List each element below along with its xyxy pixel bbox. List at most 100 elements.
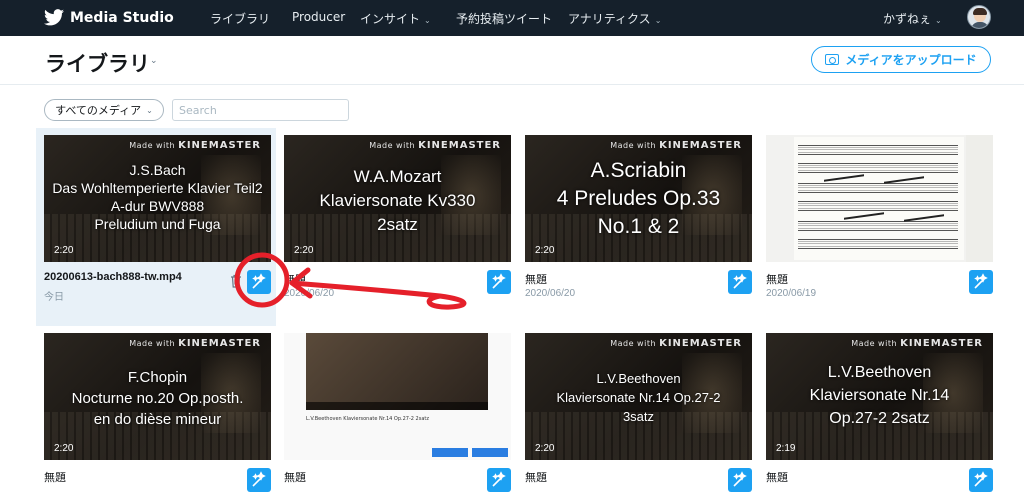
edit-button[interactable]: [728, 468, 752, 492]
media-card[interactable]: Made with KINEMASTER L.V.Beethoven Klavi…: [525, 333, 752, 492]
avatar-body: [971, 22, 989, 28]
kinemaster-watermark: Made with KINEMASTER: [129, 140, 261, 151]
video-duration: 2:20: [54, 245, 74, 256]
wand-icon: [733, 273, 747, 289]
video-duration: 2:20: [535, 245, 555, 256]
media-card[interactable]: 無題 2020/06/19: [766, 135, 993, 305]
edit-button[interactable]: [247, 468, 271, 492]
wand-icon: [974, 471, 988, 487]
media-name: 無題: [766, 472, 788, 484]
top-bar: Media Studio ライブラリ Producer インサイト ⌄ 予約投稿ツ…: [0, 0, 1024, 36]
staff-line: [798, 221, 958, 231]
kinemaster-watermark: Made with KINEMASTER: [369, 140, 501, 151]
edit-button[interactable]: [487, 468, 511, 492]
staff-line: [798, 239, 958, 249]
video-caption: A.Scriabin 4 Preludes Op.33 No.1 & 2: [556, 159, 721, 238]
edit-button[interactable]: [247, 270, 271, 294]
staff-line: [798, 145, 958, 155]
chevron-down-icon[interactable]: ⌄: [150, 56, 158, 66]
avatar-hair: [973, 8, 987, 15]
edit-button[interactable]: [487, 270, 511, 294]
wand-icon: [733, 471, 747, 487]
media-card[interactable]: Made with KINEMASTER L.V.Beethoven Klavi…: [766, 333, 993, 492]
kinemaster-watermark: Made with KINEMASTER: [610, 140, 742, 151]
media-card[interactable]: Made with KINEMASTER F.Chopin Nocturne n…: [44, 333, 271, 492]
video-thumbnail[interactable]: Made with KINEMASTER F.Chopin Nocturne n…: [44, 333, 271, 460]
score-page: [794, 137, 964, 260]
youtube-screenshot: L.V.Beethoven Klaviersonate Nr.14 Op.27-…: [284, 333, 511, 460]
video-thumbnail[interactable]: Made with KINEMASTER W.A.Mozart Klaviers…: [284, 135, 511, 262]
media-date: 2020/06/19: [766, 288, 817, 299]
media-name: 無題: [525, 472, 547, 484]
nav-scheduled-tweets[interactable]: 予約投稿ツイート: [456, 10, 552, 27]
yt-player-controls: [306, 402, 488, 410]
nav-insights[interactable]: インサイト ⌄: [360, 10, 431, 27]
twitter-bird-icon[interactable]: [44, 9, 64, 26]
staff-line: [798, 163, 958, 173]
media-card[interactable]: Made with KINEMASTER W.A.Mozart Klaviers…: [284, 135, 511, 305]
divider: [0, 84, 1024, 85]
staff-line: [798, 201, 958, 211]
wand-icon: [492, 471, 506, 487]
media-card[interactable]: Made with KINEMASTER A.Scriabin 4 Prelud…: [525, 135, 752, 305]
media-name: 無題: [284, 472, 306, 484]
kinemaster-watermark: Made with KINEMASTER: [129, 338, 261, 349]
edit-button[interactable]: [728, 270, 752, 294]
video-duration: 2:20: [535, 443, 555, 454]
video-caption: J.S.Bach Das Wohltemperierte Klavier Tei…: [52, 162, 263, 232]
wand-icon: [252, 471, 266, 487]
video-duration: 2:20: [54, 443, 74, 454]
nav-library[interactable]: ライブラリ: [210, 10, 270, 27]
media-date: 2020/06/20: [525, 288, 576, 299]
image-thumbnail[interactable]: L.V.Beethoven Klaviersonate Nr.14 Op.27-…: [284, 333, 511, 460]
avatar[interactable]: [967, 5, 991, 29]
video-thumbnail[interactable]: Made with KINEMASTER L.V.Beethoven Klavi…: [766, 333, 993, 460]
upload-media-button[interactable]: メディアをアップロード: [811, 46, 991, 73]
yt-video-frame: [306, 333, 488, 410]
chevron-down-icon: ⌄: [424, 16, 431, 25]
video-thumbnail[interactable]: Made with KINEMASTER L.V.Beethoven Klavi…: [525, 333, 752, 460]
video-caption: W.A.Mozart Klaviersonate Kv330 2satz: [319, 167, 476, 234]
yt-edit-button: [472, 448, 508, 457]
media-date: 今日: [44, 292, 64, 303]
video-caption: L.V.Beethoven Klaviersonate Nr.14 Op.27-…: [809, 364, 950, 427]
wand-icon: [492, 273, 506, 289]
media-card[interactable]: L.V.Beethoven Klaviersonate Nr.14 Op.27-…: [284, 333, 511, 492]
page-title[interactable]: ライブラリ: [45, 48, 150, 78]
nav-analytics[interactable]: アナリティクス ⌄: [568, 10, 661, 27]
media-name: 無題: [284, 274, 306, 286]
chevron-down-icon: ⌄: [654, 16, 662, 25]
trash-icon[interactable]: [230, 274, 242, 288]
yt-video-title: L.V.Beethoven Klaviersonate Nr.14 Op.27-…: [306, 416, 429, 422]
media-name: 20200613-bach888-tw.mp4: [44, 271, 182, 283]
video-caption: F.Chopin Nocturne no.20 Op.posth. en do …: [71, 369, 244, 428]
video-thumbnail[interactable]: Made with KINEMASTER J.S.Bach Das Wohlte…: [44, 135, 271, 262]
nav-producer[interactable]: Producer: [292, 10, 345, 24]
media-name: 無題: [44, 472, 66, 484]
video-duration: 2:19: [776, 443, 796, 454]
video-duration: 2:20: [294, 245, 314, 256]
edit-button[interactable]: [969, 270, 993, 294]
wand-icon: [252, 273, 266, 289]
video-caption: L.V.Beethoven Klaviersonate Nr.14 Op.27-…: [556, 371, 721, 424]
kinemaster-watermark: Made with KINEMASTER: [851, 338, 983, 349]
media-filter-label: すべてのメディア: [55, 104, 142, 117]
image-thumbnail[interactable]: [766, 135, 993, 262]
upload-media-label: メディアをアップロード: [845, 53, 977, 67]
staff-line: [798, 183, 958, 193]
media-card[interactable]: Made with KINEMASTER J.S.Bach Das Wohlte…: [44, 135, 271, 305]
video-thumbnail[interactable]: Made with KINEMASTER A.Scriabin 4 Prelud…: [525, 135, 752, 262]
wand-icon: [974, 273, 988, 289]
edit-button[interactable]: [969, 468, 993, 492]
user-menu[interactable]: かずねぇ ⌄: [883, 10, 942, 27]
media-date: 2020/06/20: [284, 288, 335, 299]
brand-title[interactable]: Media Studio: [70, 10, 174, 26]
camera-icon: [825, 54, 840, 65]
search-input[interactable]: [172, 99, 349, 121]
chevron-down-icon: ⌄: [146, 105, 153, 115]
media-filter-dropdown[interactable]: すべてのメディア ⌄: [44, 99, 164, 121]
media-name: 無題: [525, 274, 547, 286]
kinemaster-watermark: Made with KINEMASTER: [610, 338, 742, 349]
chevron-down-icon: ⌄: [935, 16, 942, 25]
yt-analytics-button: [432, 448, 468, 457]
